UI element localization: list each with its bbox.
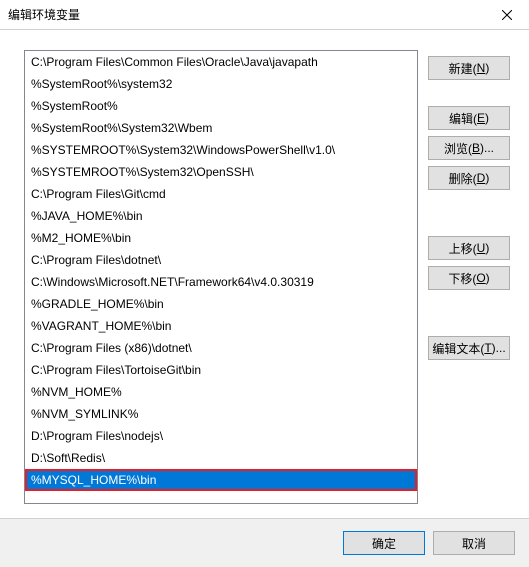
list-item[interactable]: %SYSTEMROOT%\System32\OpenSSH\ [25, 161, 417, 183]
list-item[interactable]: %M2_HOME%\bin [25, 227, 417, 249]
edit-button[interactable]: 编辑(E) [428, 106, 510, 130]
move-down-button[interactable]: 下移(O) [428, 266, 510, 290]
list-item[interactable]: C:\Windows\Microsoft.NET\Framework64\v4.… [25, 271, 417, 293]
list-item[interactable]: C:\Program Files\Git\cmd [25, 183, 417, 205]
list-item[interactable]: %GRADLE_HOME%\bin [25, 293, 417, 315]
delete-button[interactable]: 删除(D) [428, 166, 510, 190]
list-item[interactable]: C:\Program Files (x86)\dotnet\ [25, 337, 417, 359]
window-title: 编辑环境变量 [8, 6, 484, 23]
titlebar: 编辑环境变量 [0, 0, 529, 30]
ok-button[interactable]: 确定 [343, 531, 425, 555]
new-button[interactable]: 新建(N) [428, 56, 510, 80]
dialog-content: C:\Program Files\Common Files\Oracle\Jav… [0, 30, 529, 504]
list-item[interactable]: C:\Program Files\TortoiseGit\bin [25, 359, 417, 381]
list-item[interactable]: C:\Program Files\Common Files\Oracle\Jav… [25, 51, 417, 73]
list-item[interactable]: %SystemRoot% [25, 95, 417, 117]
close-button[interactable] [484, 0, 529, 30]
list-item[interactable]: %SystemRoot%\System32\Wbem [25, 117, 417, 139]
list-item[interactable]: C:\Program Files\dotnet\ [25, 249, 417, 271]
path-listbox[interactable]: C:\Program Files\Common Files\Oracle\Jav… [24, 50, 418, 504]
list-item[interactable]: %NVM_HOME% [25, 381, 417, 403]
list-item[interactable]: %SystemRoot%\system32 [25, 73, 417, 95]
list-item[interactable]: %MYSQL_HOME%\bin [25, 469, 417, 491]
side-buttons: 新建(N) 编辑(E) 浏览(B)... 删除(D) 上移(U) 下移(O) 编… [428, 50, 510, 504]
dialog-footer: 确定 取消 [0, 518, 529, 567]
list-item[interactable]: %JAVA_HOME%\bin [25, 205, 417, 227]
list-item[interactable]: %SYSTEMROOT%\System32\WindowsPowerShell\… [25, 139, 417, 161]
edit-text-button[interactable]: 编辑文本(T)... [428, 336, 510, 360]
move-up-button[interactable]: 上移(U) [428, 236, 510, 260]
list-item[interactable]: %NVM_SYMLINK% [25, 403, 417, 425]
list-item[interactable]: D:\Program Files\nodejs\ [25, 425, 417, 447]
browse-button[interactable]: 浏览(B)... [428, 136, 510, 160]
cancel-button[interactable]: 取消 [433, 531, 515, 555]
close-icon [502, 10, 512, 20]
list-item[interactable]: %VAGRANT_HOME%\bin [25, 315, 417, 337]
list-item[interactable]: D:\Soft\Redis\ [25, 447, 417, 469]
